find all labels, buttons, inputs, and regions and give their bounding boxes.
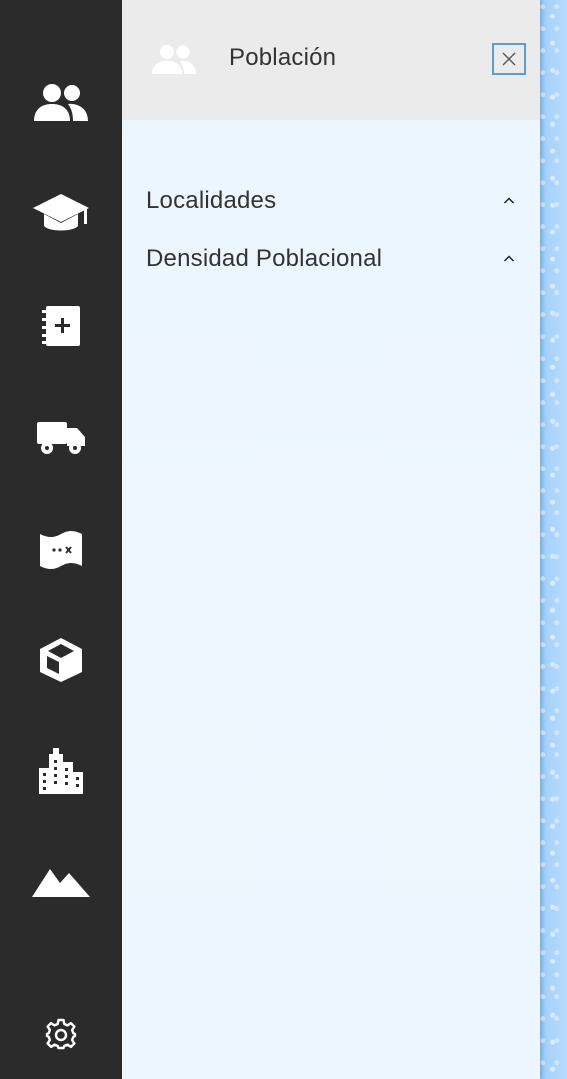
- gear-icon: [45, 1018, 77, 1050]
- rail-item-buildings[interactable]: [0, 726, 122, 816]
- rail-item-settings[interactable]: [0, 989, 122, 1079]
- panel-title: Población: [229, 44, 337, 71]
- mountain-icon: [32, 869, 90, 897]
- graduation-cap-icon: [33, 194, 89, 231]
- population-panel: Población Localidades Densidad Poblacion…: [122, 0, 540, 1079]
- map-icon: [40, 531, 82, 569]
- rail-item-transport[interactable]: [0, 392, 122, 482]
- menu-item-localidades[interactable]: Localidades: [146, 181, 516, 221]
- rail-item-terrain[interactable]: [0, 837, 122, 927]
- sidebar-rail: [0, 0, 122, 1079]
- cube-icon: [40, 638, 82, 682]
- medical-book-icon: [42, 306, 80, 346]
- rail-item-3d[interactable]: [0, 615, 122, 705]
- chevron-up-icon: [503, 255, 515, 262]
- users-icon: [34, 84, 88, 121]
- rail-item-health[interactable]: [0, 281, 122, 371]
- buildings-icon: [39, 748, 83, 794]
- map-background[interactable]: [540, 0, 567, 1079]
- menu-item-label: Localidades: [146, 187, 277, 214]
- rail-item-population[interactable]: [0, 58, 122, 148]
- close-button[interactable]: [492, 43, 526, 75]
- truck-icon: [37, 422, 85, 454]
- rail-item-map[interactable]: [0, 504, 122, 594]
- menu-item-label: Densidad Poblacional: [146, 245, 383, 272]
- rail-item-education[interactable]: [0, 169, 122, 259]
- menu-item-densidad-poblacional[interactable]: Densidad Poblacional: [146, 239, 516, 279]
- close-icon: [502, 52, 516, 66]
- users-icon: [152, 45, 196, 74]
- panel-header: Población: [122, 0, 540, 120]
- chevron-up-icon: [503, 197, 515, 204]
